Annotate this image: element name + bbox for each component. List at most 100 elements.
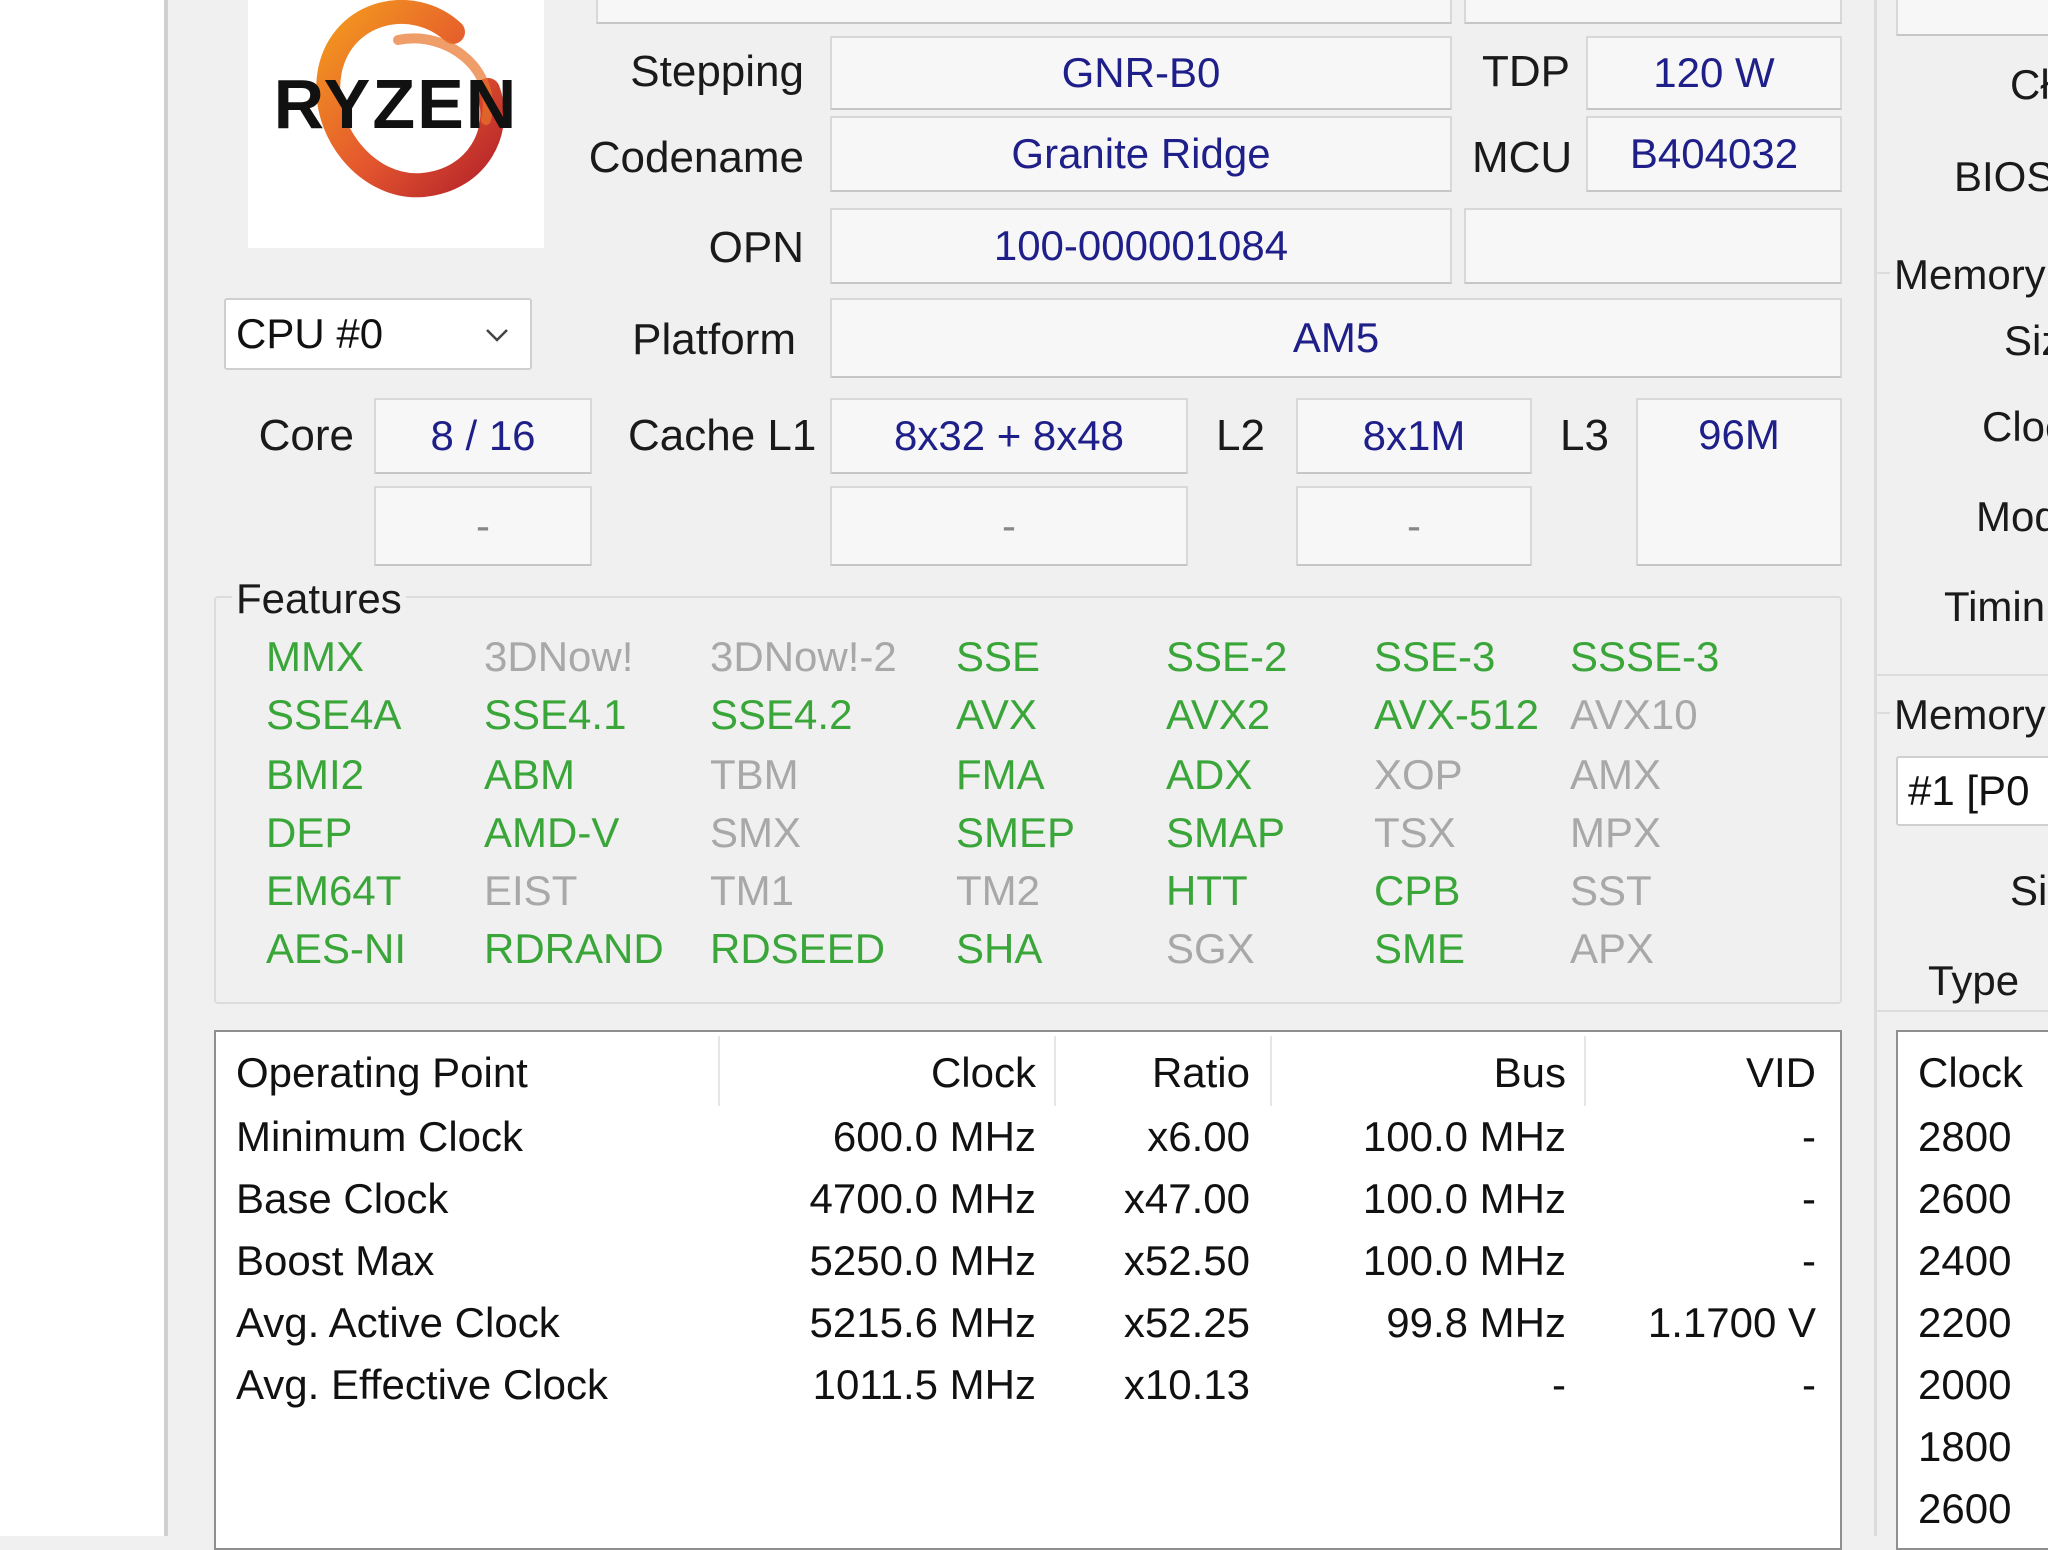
tdp-value: 120 W bbox=[1586, 36, 1842, 110]
memory-clock-value: 2600 bbox=[1918, 1175, 2012, 1222]
table-header[interactable]: Ratio bbox=[1152, 1052, 1250, 1094]
table-cell: x6.00 bbox=[1147, 1113, 1250, 1160]
table-cell: - bbox=[1802, 1237, 1816, 1284]
feature-flag: TBM bbox=[710, 751, 799, 798]
feature-flag: AMD-V bbox=[484, 809, 620, 856]
table-header[interactable]: Clock bbox=[931, 1052, 1036, 1094]
feature-flag: 3DNow! bbox=[484, 633, 634, 680]
bios-label: BIOS bbox=[1954, 153, 2048, 200]
table-cell: - bbox=[1552, 1361, 1566, 1408]
core-sub-value: - bbox=[374, 486, 592, 566]
memory-clock-value: 2600 bbox=[1918, 1485, 2012, 1532]
cache-l1-label: Cache L1 bbox=[628, 411, 817, 460]
feature-flag: TM2 bbox=[956, 867, 1040, 914]
memory-clock-header: Clock bbox=[1918, 1049, 2024, 1096]
table-cell: x52.25 bbox=[1123, 1299, 1250, 1346]
feature-flag: MPX bbox=[1570, 809, 1662, 856]
opn-label: OPN bbox=[708, 223, 804, 272]
memory-clock-value: 1800 bbox=[1918, 1423, 2012, 1470]
feature-flag: XOP bbox=[1374, 751, 1463, 798]
svg-text:RYZEN: RYZEN bbox=[274, 65, 519, 143]
package-field bbox=[1464, 0, 1842, 24]
tdp-label: TDP bbox=[1482, 47, 1570, 96]
feature-flag: AVX-512 bbox=[1374, 691, 1539, 738]
feature-flag: SSE4A bbox=[266, 691, 402, 738]
stepping-label: Stepping bbox=[630, 47, 804, 96]
memory-title-2: Memory bbox=[1890, 694, 2048, 736]
memory-slot-select[interactable]: #1 [P0 bbox=[1896, 756, 2048, 826]
l2-label: L2 bbox=[1216, 411, 1265, 460]
core-value: 8 / 16 bbox=[374, 398, 592, 474]
l2-sub-value: - bbox=[1296, 486, 1532, 566]
feature-flag: SMAP bbox=[1166, 809, 1286, 856]
feature-flag: RDRAND bbox=[484, 925, 664, 972]
column-separator bbox=[1270, 1036, 1272, 1106]
feature-flag: CPB bbox=[1374, 867, 1461, 914]
feature-flag: TSX bbox=[1374, 809, 1456, 856]
memory-size-label-2: Si bbox=[2010, 867, 2048, 914]
table-cell: - bbox=[1802, 1361, 1816, 1408]
cpu-select[interactable]: CPU #0 bbox=[224, 298, 532, 370]
table-cell: 1.1700 V bbox=[1647, 1299, 1816, 1346]
memory-type-label: Type bbox=[1928, 957, 2020, 1004]
table-cell: 5250.0 MHz bbox=[809, 1237, 1036, 1284]
feature-flag: SSE-2 bbox=[1166, 633, 1288, 680]
feature-flag: TM1 bbox=[710, 867, 794, 914]
table-cell: 4700.0 MHz bbox=[809, 1175, 1036, 1222]
table-cell: 1011.5 MHz bbox=[812, 1361, 1036, 1408]
memory-timing-label: Timin bbox=[1944, 583, 2046, 630]
feature-flag: AES-NI bbox=[266, 925, 407, 972]
table-header[interactable]: Operating Point bbox=[236, 1052, 528, 1094]
channel-label: Cł bbox=[2010, 61, 2048, 108]
table-cell: - bbox=[1802, 1113, 1816, 1160]
feature-flag: SST bbox=[1570, 867, 1652, 914]
feature-flag: SGX bbox=[1166, 925, 1255, 972]
ryzen-logo: RYZEN bbox=[248, 0, 544, 248]
feature-flag: SSE4.1 bbox=[484, 691, 627, 738]
table-cell: 5215.6 MHz bbox=[809, 1299, 1036, 1346]
window-border bbox=[164, 0, 168, 1536]
memory-mode-label: Mod bbox=[1976, 493, 2048, 540]
feature-flag: SSSE-3 bbox=[1570, 633, 1720, 680]
table-header[interactable]: Bus bbox=[1494, 1052, 1566, 1094]
ryzen-logo-icon: RYZEN bbox=[274, 0, 519, 198]
table-cell: 99.8 MHz bbox=[1386, 1299, 1566, 1346]
feature-flag: RDSEED bbox=[710, 925, 886, 972]
table-cell: 100.0 MHz bbox=[1362, 1175, 1566, 1222]
feature-flag: SHA bbox=[956, 925, 1043, 972]
table-cell: - bbox=[1802, 1175, 1816, 1222]
feature-flag: AVX10 bbox=[1570, 691, 1698, 738]
table-cell: x52.50 bbox=[1123, 1237, 1250, 1284]
feature-flag: EM64T bbox=[266, 867, 402, 914]
feature-flag: SSE bbox=[956, 633, 1041, 680]
mcu-label: MCU bbox=[1472, 133, 1573, 182]
feature-flag: 3DNow!-2 bbox=[710, 633, 897, 680]
table-row-label: Boost Max bbox=[236, 1237, 435, 1284]
table-row-label: Base Clock bbox=[236, 1175, 449, 1222]
table-cell: 600.0 MHz bbox=[832, 1113, 1036, 1160]
mcu-value: B404032 bbox=[1586, 116, 1842, 192]
codename-value: Granite Ridge bbox=[830, 116, 1452, 192]
feature-flag: SMX bbox=[710, 809, 802, 856]
feature-flag: FMA bbox=[956, 751, 1045, 798]
feature-flag: SSE4.2 bbox=[710, 691, 853, 738]
table-row-label: Avg. Effective Clock bbox=[236, 1361, 608, 1408]
codename-label: Codename bbox=[588, 133, 804, 182]
feature-flag: BMI2 bbox=[266, 751, 365, 798]
feature-flag: AMX bbox=[1570, 751, 1662, 798]
memory-clock-value: 2400 bbox=[1918, 1237, 2012, 1284]
stepping-value: GNR-B0 bbox=[830, 36, 1452, 110]
feature-flag: HTT bbox=[1166, 867, 1248, 914]
table-header[interactable]: VID bbox=[1746, 1052, 1816, 1094]
table-row-label: Avg. Active Clock bbox=[236, 1299, 560, 1346]
cache-l1-sub-value: - bbox=[830, 486, 1188, 566]
memory-slot-select-value: #1 [P0 bbox=[1908, 767, 2030, 814]
opn-extra-field bbox=[1464, 208, 1842, 284]
memory-title-1: Memory bbox=[1890, 254, 2048, 296]
feature-flag: SSE-3 bbox=[1374, 633, 1496, 680]
column-separator bbox=[718, 1036, 720, 1106]
memory-size-label: Siz bbox=[2004, 317, 2048, 364]
feature-flag: SME bbox=[1374, 925, 1466, 972]
l2-value: 8x1M bbox=[1296, 398, 1532, 474]
l3-label: L3 bbox=[1560, 411, 1609, 460]
